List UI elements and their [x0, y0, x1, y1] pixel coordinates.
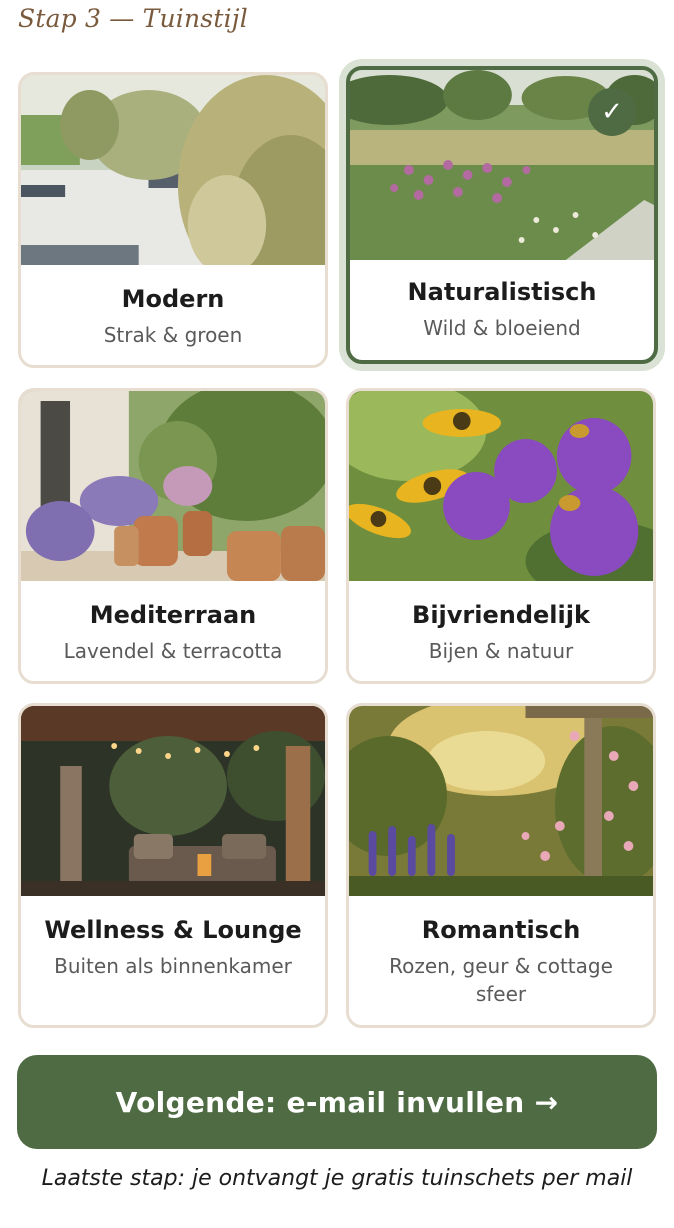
style-subtitle: Wild & bloeiend [423, 316, 581, 340]
style-card-mediterraan[interactable]: Mediterraan Lavendel & terracotta [18, 388, 328, 684]
style-subtitle: Strak & groen [103, 323, 243, 347]
style-subtitle: Rozen, geur & cottage sfeer [389, 954, 613, 1006]
style-subtitle: Lavendel & terracotta [63, 639, 283, 663]
next-button[interactable]: Volgende: e-mail invullen → [17, 1055, 657, 1149]
lounge-garden-image [21, 706, 325, 896]
step-title: Stap 3 — Tuinstijl [18, 4, 248, 33]
style-title: Modern [121, 285, 225, 313]
mediterranean-garden-image [21, 391, 325, 581]
footnote: Laatste stap: je ontvangt je gratis tuin… [41, 1166, 633, 1191]
romantic-garden-image [349, 706, 653, 896]
modern-garden-image [21, 75, 325, 265]
style-card-naturalistisch[interactable]: ✓ Naturalistisch Wild & bloeiend [346, 66, 658, 364]
bee-friendly-garden-image [349, 391, 653, 581]
style-title: Mediterraan [89, 601, 257, 629]
garden-style-step: Stap 3 — Tuinstijl Modern Strak & groen [0, 0, 674, 1228]
style-title: Naturalistisch [407, 278, 597, 306]
style-subtitle: Bijen & natuur [428, 639, 574, 663]
style-card-modern[interactable]: Modern Strak & groen [18, 72, 328, 368]
style-title: Romantisch [421, 916, 581, 944]
style-subtitle: Buiten als binnenkamer [54, 954, 292, 978]
style-card-romantisch[interactable]: Romantisch Rozen, geur & cottage sfeer [346, 703, 656, 1028]
style-card-wellness-lounge[interactable]: Wellness & Lounge Buiten als binnenkamer [18, 703, 328, 1028]
style-card-bijvriendelijk[interactable]: Bijvriendelijk Bijen & natuur [346, 388, 656, 684]
style-title: Bijvriendelijk [412, 601, 590, 629]
style-title: Wellness & Lounge [44, 916, 302, 944]
selected-check-icon: ✓ [588, 88, 636, 136]
